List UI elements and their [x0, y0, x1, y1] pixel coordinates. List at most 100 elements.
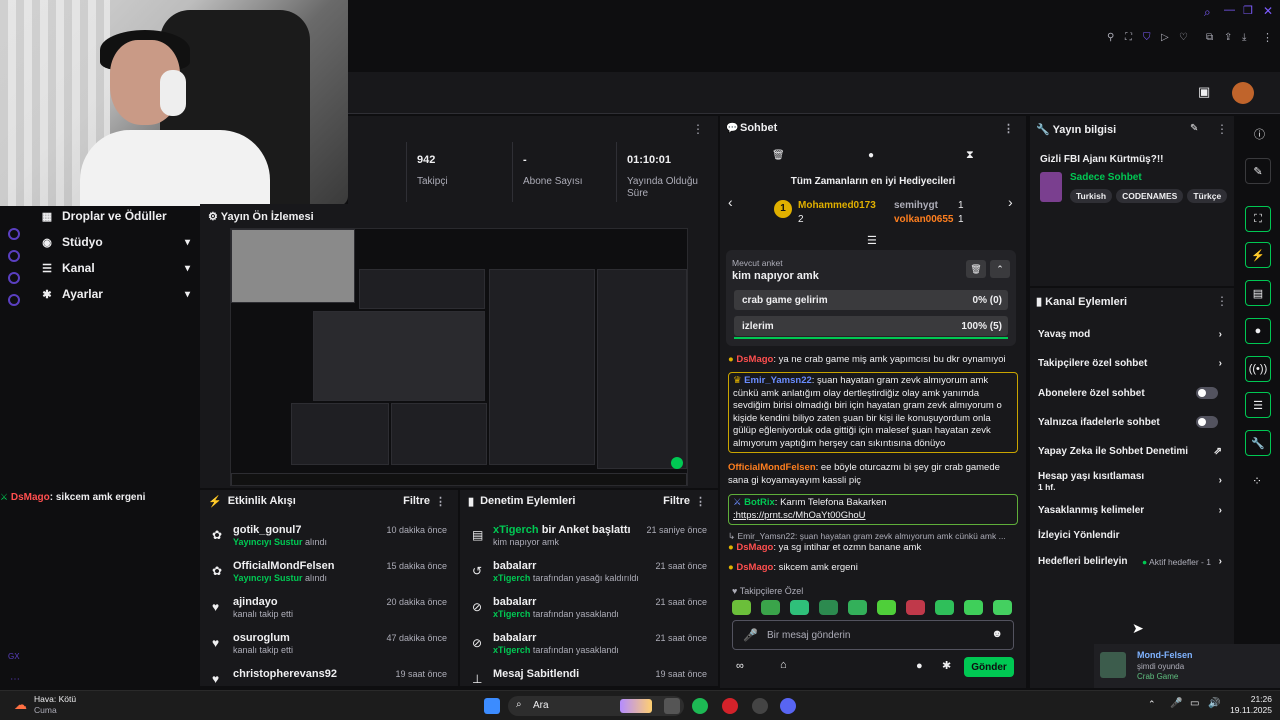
rail-icon[interactable] [8, 250, 20, 262]
search-icon[interactable]: ⌕ [1204, 5, 1211, 20]
toggle[interactable] [1196, 416, 1218, 428]
download-icon[interactable]: ⤓ [1242, 32, 1246, 43]
more-icon[interactable]: ⋮ [1216, 294, 1228, 308]
minimize-icon[interactable]: — [1224, 4, 1235, 16]
chevron-up-icon[interactable]: ⌃ [1148, 699, 1156, 710]
broadcast-icon[interactable]: ((•)) [1245, 356, 1271, 382]
discord-icon[interactable] [780, 698, 796, 714]
emoji-icon[interactable]: ☻ [991, 628, 1003, 640]
more-icon[interactable]: ⋮ [1003, 122, 1014, 135]
poll-icon: ▤ [472, 528, 484, 542]
send-button[interactable]: Gönder [964, 657, 1014, 677]
pinned-expand-icon[interactable]: ☰ [867, 234, 877, 247]
menu-icon[interactable]: ⋮ [1262, 31, 1273, 44]
more-apps-icon[interactable]: ⁘ [1252, 474, 1262, 488]
emote[interactable] [848, 600, 867, 615]
more-icon[interactable]: ⋮ [1216, 122, 1228, 136]
spotify-icon[interactable] [692, 698, 708, 714]
emote[interactable] [906, 600, 925, 615]
host-viewers[interactable]: İzleyici Yönlendir [1038, 530, 1226, 541]
emote[interactable] [819, 600, 838, 615]
edit-icon[interactable]: ✎ [1190, 123, 1198, 134]
inbox-icon[interactable]: ▣ [1198, 84, 1210, 100]
stream-preview-image[interactable] [230, 228, 688, 486]
windows-start-icon[interactable] [484, 698, 500, 714]
category-link[interactable]: Sadece Sohbet [1070, 172, 1142, 183]
gear-icon[interactable]: ✱ [942, 659, 951, 672]
shield-icon[interactable]: ⛉ [1143, 32, 1151, 43]
store-icon[interactable]: ⌂ [780, 659, 787, 671]
delete-poll-button[interactable]: 🗑 [966, 260, 986, 278]
emote[interactable] [877, 600, 896, 615]
emote[interactable] [993, 600, 1012, 615]
share-icon[interactable]: ⇪ [1224, 32, 1232, 43]
chevron-right-icon: › [1218, 358, 1222, 369]
toggle[interactable] [1196, 387, 1218, 399]
sidebar-item-studio[interactable]: ◉ Stüdyo ▾ [40, 232, 190, 252]
bolt-icon[interactable]: ⚡ [1245, 242, 1271, 268]
edit-icon[interactable]: ✎ [1245, 158, 1271, 184]
task-view-icon[interactable] [664, 698, 680, 714]
more-icon[interactable]: ⋯ [10, 674, 20, 685]
clipboard-icon[interactable]: ▤ [1245, 280, 1271, 306]
search-highlight-image [620, 699, 652, 713]
gx-icon[interactable]: GX [8, 652, 20, 661]
chevron-right-icon[interactable]: › [1008, 194, 1013, 210]
subscribers-only-chat[interactable]: Abonelere özel sohbet [1038, 387, 1226, 399]
steam-icon[interactable] [752, 698, 768, 714]
maximize-icon[interactable]: ❐ [1243, 4, 1253, 17]
trash-icon[interactable]: 🗑 [772, 150, 785, 161]
chat-bubble-icon[interactable]: ● [916, 660, 923, 672]
pin-icon[interactable]: ⚲ [1107, 32, 1114, 43]
mic-icon[interactable]: 🎤 [1170, 698, 1182, 709]
slow-mode[interactable]: Yavaş mod › [1038, 329, 1226, 340]
settings-link-icon[interactable]: ∞ [736, 660, 744, 672]
sidebar-item-settings[interactable]: ✱ Ayarlar ▾ [40, 284, 190, 304]
emote[interactable] [732, 600, 751, 615]
weather-icon[interactable]: ☁ [14, 697, 27, 713]
mic-icon[interactable]: 🎤 [743, 628, 758, 642]
filter-button[interactable]: Filtre [663, 495, 690, 507]
chat-bubble-icon[interactable]: ● [1245, 318, 1271, 344]
rail-icon[interactable] [8, 272, 20, 284]
followers-only-chat[interactable]: Takipçilere özel sohbet › [1038, 358, 1226, 369]
emote[interactable] [964, 600, 983, 615]
chat-input[interactable]: 🎤 Bir mesaj gönderin ☻ [732, 620, 1014, 650]
clock-date[interactable]: 19.11.2025 [1212, 705, 1272, 715]
taskbar-search[interactable]: ⌕ Ara [508, 696, 684, 716]
filter-button[interactable]: Filtre [403, 495, 430, 507]
account-age-restriction[interactable]: Hesap yaşı kısıtlaması › 1 hf. [1038, 471, 1226, 493]
layout-icon[interactable]: ☰ [1245, 392, 1271, 418]
opera-gx-icon[interactable] [722, 698, 738, 714]
play-icon[interactable]: ▷ [1161, 32, 1169, 43]
banned-words[interactable]: Yasaklanmış kelimeler › [1038, 505, 1226, 516]
screenshot-icon[interactable]: ⛶ [1125, 32, 1132, 43]
rail-icon[interactable] [8, 228, 20, 240]
set-goals[interactable]: Hedefleri belirleyin ● Aktif hedefler - 1… [1038, 556, 1226, 567]
wrench-icon[interactable]: 🔧 [1245, 430, 1271, 456]
game-notification[interactable]: Mond-Felsen şimdi oyunda Crab Game [1094, 644, 1280, 688]
emote[interactable] [761, 600, 780, 615]
emote[interactable] [790, 600, 809, 615]
emotes-only-chat[interactable]: Yalnızca ifadelerle sohbet [1038, 416, 1226, 428]
hourglass-icon[interactable]: ⧗ [966, 149, 974, 162]
network-icon[interactable]: ▭ [1190, 698, 1199, 709]
more-icon[interactable]: ⋮ [435, 495, 446, 508]
ai-moderation[interactable]: Yapay Zeka ile Sohbet Denetimi ⇗ [1038, 446, 1226, 457]
chevron-left-icon[interactable]: ‹ [728, 194, 733, 210]
heart-icon[interactable]: ♡ [1179, 32, 1188, 43]
avatar[interactable] [1232, 82, 1254, 104]
sidebar-item-drops[interactable]: ▦ Droplar ve Ödüller [40, 206, 190, 226]
close-icon[interactable]: ✕ [1263, 4, 1273, 18]
rail-icon[interactable] [8, 294, 20, 306]
clock-time[interactable]: 21:26 [1232, 694, 1272, 704]
collapse-poll-button[interactable]: ⌃ [990, 260, 1010, 278]
extensions-icon[interactable]: ⧉ [1206, 32, 1213, 43]
info-icon[interactable]: ⓘ [1254, 126, 1265, 142]
sidebar-item-channel[interactable]: ☰ Kanal ▾ [40, 258, 190, 278]
more-icon[interactable]: ⋮ [692, 122, 704, 136]
more-icon[interactable]: ⋮ [695, 495, 706, 508]
emote[interactable] [935, 600, 954, 615]
chat-bubble-icon[interactable]: ● [868, 150, 874, 161]
screenshot-icon[interactable]: ⛶ [1245, 206, 1271, 232]
